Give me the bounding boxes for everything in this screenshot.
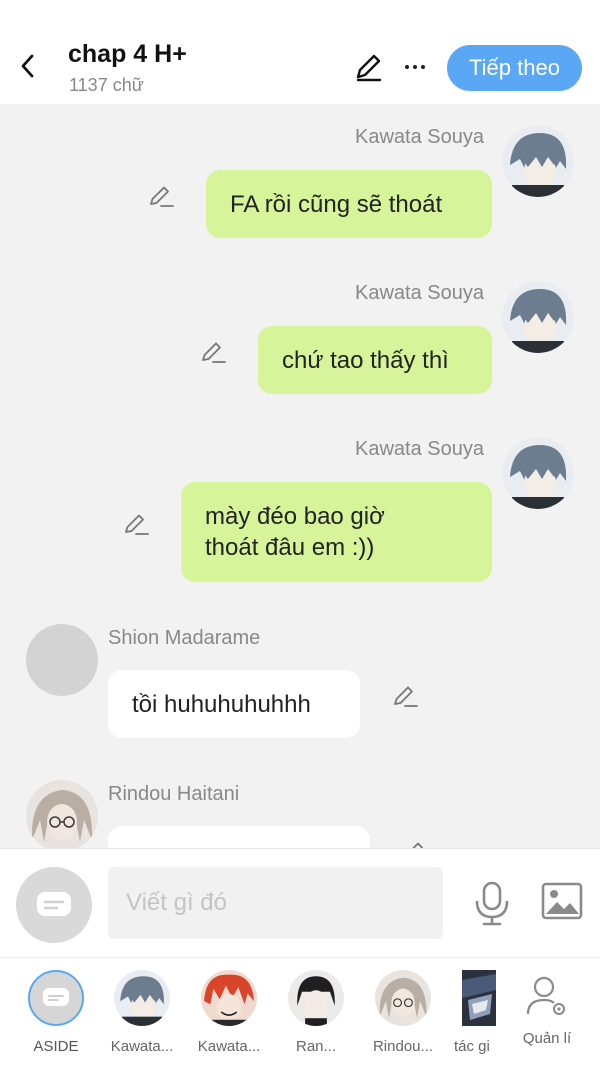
aside-chat-icon[interactable] (16, 867, 92, 943)
sender-name: Rindou Haitani (108, 783, 240, 805)
message-list[interactable]: Kawata Souya FA rồi cũng sẽ thoát Kawata… (0, 104, 600, 848)
avatar (201, 970, 257, 1026)
avatar (288, 970, 344, 1026)
chat-editor-screen: chap 4 H+ 1137 chữ Tiếp theo Kawata Souy… (0, 0, 600, 1067)
mic-icon[interactable] (470, 879, 514, 927)
page-title: chap 4 H+ (68, 40, 187, 68)
character-label: ASIDE (33, 1038, 79, 1055)
avatar (375, 970, 431, 1026)
character-label: Kawata... (110, 1038, 174, 1055)
avatar[interactable] (502, 437, 574, 509)
character-item[interactable]: Kawata... (187, 970, 271, 1055)
more-dots-icon[interactable] (398, 50, 432, 84)
character-item[interactable]: Ran... (274, 970, 358, 1055)
character-label: Kawata... (197, 1038, 261, 1055)
character-item[interactable]: Rindou... (361, 970, 445, 1055)
sender-name: Kawata Souya (355, 438, 484, 460)
sender-name: Shion Madarame (108, 627, 261, 649)
pencil-icon[interactable] (352, 50, 386, 84)
pencil-icon[interactable] (199, 338, 227, 366)
sender-name: Kawata Souya (355, 126, 484, 148)
pencil-icon[interactable] (122, 510, 150, 538)
pencil-icon[interactable] (401, 838, 429, 848)
message-bubble[interactable]: tồi huhuhuhuhhh (108, 670, 360, 738)
back-arrow-icon[interactable] (12, 46, 44, 86)
aside-chat-icon (28, 970, 84, 1026)
word-count: 1137 chữ (69, 75, 144, 95)
character-bar: ASIDE Kawata... Kawata... Ran... Rindou. (0, 957, 600, 1067)
manage-user-icon (525, 974, 569, 1018)
avatar (114, 970, 170, 1026)
message-input[interactable] (108, 867, 443, 939)
avatar (462, 970, 496, 1026)
message-line: thoát đâu em :)) (205, 534, 375, 561)
avatar[interactable] (502, 281, 574, 353)
message-bubble[interactable]: FA rồi cũng sẽ thoát (206, 170, 492, 238)
manage-button[interactable]: Quản lí (510, 970, 584, 1047)
character-label: Ran... (295, 1038, 337, 1055)
avatar[interactable] (26, 624, 98, 696)
character-label: tác gi (454, 1038, 490, 1055)
pencil-icon[interactable] (147, 182, 175, 210)
message-bubble[interactable]: chứ tao thấy thì (258, 326, 492, 394)
pencil-icon[interactable] (391, 682, 419, 710)
message-line: mày đéo bao giờ (205, 503, 385, 530)
character-item[interactable]: Kawata... (100, 970, 184, 1055)
top-header: chap 4 H+ 1137 chữ Tiếp theo (0, 0, 600, 104)
character-label: Rindou... (372, 1038, 434, 1055)
message-bubble[interactable]: mày đéo bao giờ thoát đâu em :)) (181, 482, 492, 582)
composer-bar (0, 848, 600, 957)
avatar[interactable] (26, 780, 98, 848)
next-button[interactable]: Tiếp theo (447, 45, 582, 91)
sender-name: Kawata Souya (355, 282, 484, 304)
avatar[interactable] (502, 125, 574, 197)
image-icon[interactable] (540, 881, 584, 921)
character-item[interactable]: tác gi (446, 970, 502, 1055)
message-bubble[interactable] (108, 826, 370, 848)
character-item-aside[interactable]: ASIDE (14, 970, 98, 1055)
manage-label: Quản lí (522, 1030, 572, 1047)
